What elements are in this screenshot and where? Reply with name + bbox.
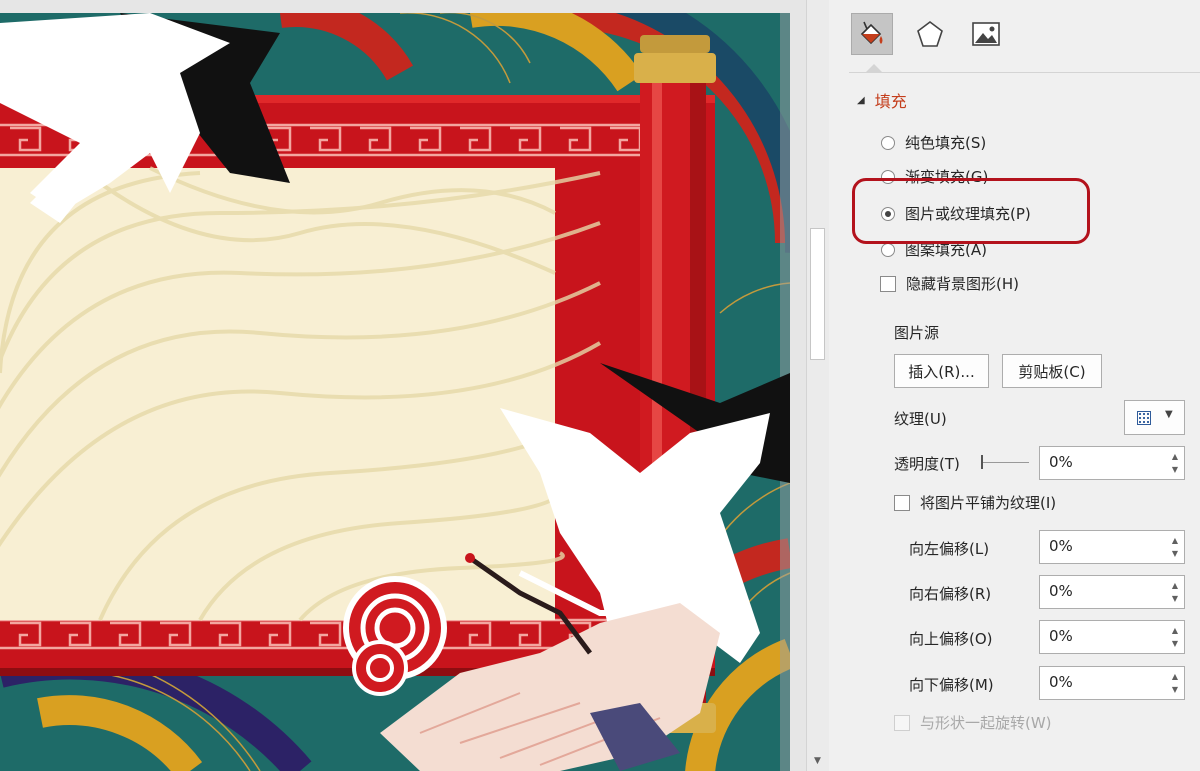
- tab-divider: [849, 72, 1200, 73]
- offset-bottom-spinner[interactable]: 0% ▲ ▼: [1039, 666, 1185, 700]
- pentagon-icon: [917, 21, 943, 47]
- spin-down-icon[interactable]: ▼: [1172, 595, 1178, 603]
- spin-up-icon[interactable]: ▲: [1172, 453, 1178, 461]
- spin-up-icon[interactable]: ▲: [1172, 582, 1178, 590]
- tab-fill-line[interactable]: [851, 13, 893, 55]
- format-background-pane: ◢ 填充 纯色填充(S) 渐变填充(G) 图片或纹理填充(P) 图案填充(A) …: [829, 0, 1200, 771]
- spin-down-icon[interactable]: ▼: [1172, 466, 1178, 474]
- collapse-triangle-icon: ◢: [857, 94, 865, 106]
- scroll-down-arrow-icon[interactable]: ▼: [810, 753, 825, 769]
- transparency-slider-track[interactable]: [981, 462, 1029, 463]
- spin-up-icon[interactable]: ▲: [1172, 673, 1178, 681]
- offset-bottom-label: 向下偏移(M): [909, 676, 994, 694]
- fill-section-header[interactable]: ◢ 填充: [857, 88, 907, 112]
- checkbox-label: 将图片平铺为纹理(I): [920, 494, 1057, 512]
- offset-right-label: 向右偏移(R): [909, 585, 992, 603]
- spinner-value[interactable]: 0%: [1049, 627, 1073, 645]
- checkbox[interactable]: [880, 275, 896, 292]
- spin-down-icon[interactable]: ▼: [1172, 640, 1178, 648]
- spinner-value[interactable]: 0%: [1049, 582, 1073, 600]
- insert-button[interactable]: 插入(R)...: [894, 354, 989, 388]
- slide-canvas[interactable]: [0, 13, 790, 771]
- offset-right-spinner[interactable]: 0% ▲ ▼: [1039, 575, 1185, 609]
- checkbox-label: 与形状一起旋转(W): [920, 714, 1052, 732]
- checkbox[interactable]: [894, 494, 910, 511]
- spin-up-icon[interactable]: ▲: [1172, 627, 1178, 635]
- spin-up-icon[interactable]: ▲: [1172, 537, 1178, 545]
- spinner-value[interactable]: 0%: [1049, 673, 1073, 691]
- transparency-spinner[interactable]: 0% ▲ ▼: [1039, 446, 1185, 480]
- spinner-value[interactable]: 0%: [1049, 453, 1073, 471]
- offset-left-spinner[interactable]: 0% ▲ ▼: [1039, 530, 1185, 564]
- paint-bucket-icon: [860, 21, 883, 45]
- slide-editing-area[interactable]: [0, 0, 806, 771]
- radio-button[interactable]: [881, 135, 895, 150]
- offset-top-spinner[interactable]: 0% ▲ ▼: [1039, 620, 1185, 654]
- scroll-thumb[interactable]: [810, 228, 825, 360]
- slide-scrollbar[interactable]: ▼: [806, 0, 829, 771]
- spin-down-icon[interactable]: ▼: [1172, 686, 1178, 694]
- offset-top-label: 向上偏移(O): [909, 630, 993, 648]
- checkbox-disabled: [894, 714, 910, 731]
- transparency-label: 透明度(T): [894, 455, 960, 473]
- offset-left-label: 向左偏移(L): [909, 540, 990, 558]
- clipboard-button[interactable]: 剪贴板(C): [1002, 354, 1102, 388]
- tab-picture[interactable]: [965, 13, 1007, 55]
- texture-dropdown[interactable]: ▼: [1124, 400, 1185, 435]
- spin-down-icon[interactable]: ▼: [1172, 550, 1178, 558]
- dropdown-arrow-icon: ▼: [1165, 409, 1173, 420]
- radio-solid-fill[interactable]: 纯色填充(S): [881, 132, 986, 153]
- picture-source-label: 图片源: [894, 324, 940, 342]
- tab-pointer: [866, 64, 882, 72]
- hide-background-graphics[interactable]: 隐藏背景图形(H): [880, 273, 1019, 294]
- spinner-value[interactable]: 0%: [1049, 537, 1073, 555]
- rotate-with-shape: 与形状一起旋转(W): [894, 712, 1052, 733]
- texture-label: 纹理(U): [894, 410, 947, 428]
- annotation-highlight-box: [852, 178, 1090, 244]
- tab-effects[interactable]: [909, 13, 951, 55]
- checkbox-label: 隐藏背景图形(H): [906, 275, 1019, 293]
- section-title: 填充: [874, 92, 907, 111]
- radio-label: 纯色填充(S): [905, 134, 987, 152]
- tile-as-texture[interactable]: 将图片平铺为纹理(I): [894, 492, 1056, 513]
- radio-button[interactable]: [881, 242, 895, 257]
- texture-swatch-icon: [1137, 411, 1151, 425]
- picture-icon: [972, 22, 1000, 46]
- transparency-slider-handle[interactable]: [981, 455, 983, 469]
